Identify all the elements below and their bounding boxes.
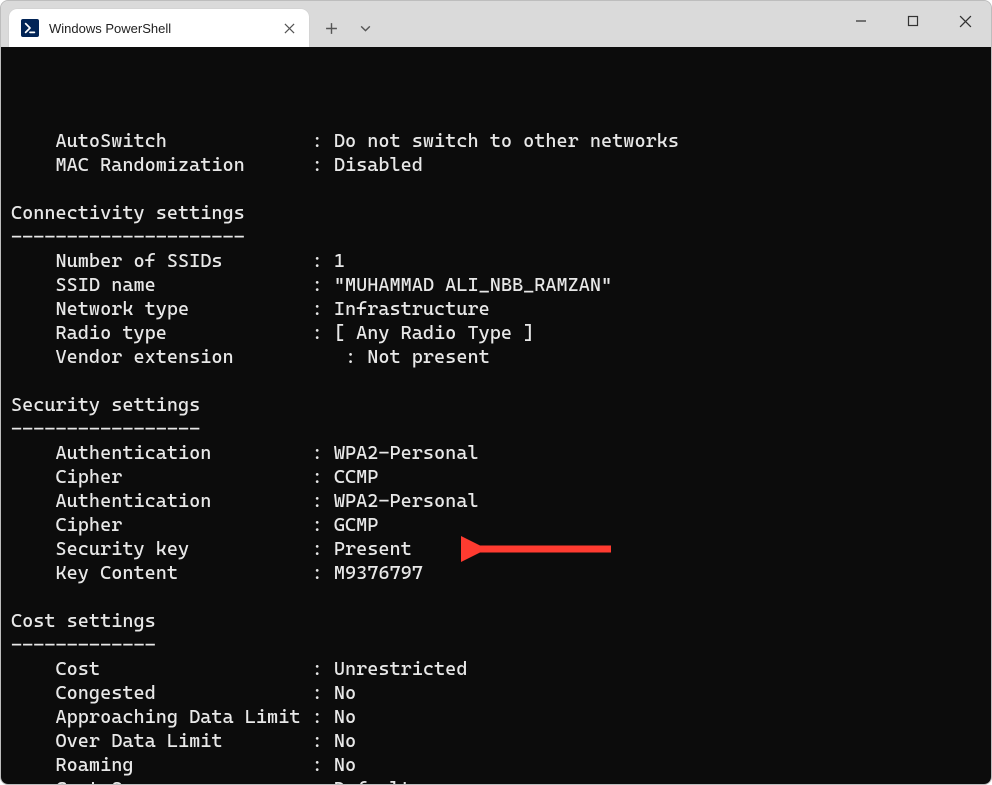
window-controls	[835, 1, 991, 41]
terminal-line: Number of SSIDs : 1	[11, 249, 981, 273]
minimize-button[interactable]	[835, 1, 887, 41]
terminal-line: Radio type : [ Any Radio Type ]	[11, 321, 981, 345]
plus-icon	[325, 22, 338, 35]
close-window-button[interactable]	[939, 1, 991, 41]
maximize-button[interactable]	[887, 1, 939, 41]
terminal-line: Authentication : WPA2-Personal	[11, 489, 981, 513]
tab-title: Windows PowerShell	[49, 21, 279, 36]
terminal-line: -----------------	[11, 417, 981, 441]
terminal-line: Key Content : M9376797	[11, 561, 981, 585]
chevron-down-icon	[359, 22, 372, 35]
terminal-line: Cost : Unrestricted	[11, 657, 981, 681]
app-window: Windows PowerShell Au	[0, 0, 992, 785]
close-icon	[959, 15, 972, 28]
title-bar: Windows PowerShell	[1, 1, 991, 47]
terminal-line: Authentication : WPA2-Personal	[11, 441, 981, 465]
close-icon	[284, 23, 295, 34]
maximize-icon	[907, 15, 919, 27]
terminal-line: Vendor extension : Not present	[11, 345, 981, 369]
new-tab-button[interactable]	[315, 12, 347, 44]
terminal-line: Security key : Present	[11, 537, 981, 561]
terminal-pane[interactable]: AutoSwitch : Do not switch to other netw…	[1, 47, 991, 784]
terminal-line: MAC Randomization : Disabled	[11, 153, 981, 177]
terminal-line: Roaming : No	[11, 753, 981, 777]
terminal-line	[11, 105, 981, 129]
terminal-line	[11, 585, 981, 609]
terminal-line: Congested : No	[11, 681, 981, 705]
terminal-line: Network type : Infrastructure	[11, 297, 981, 321]
tabstrip-controls	[315, 9, 381, 47]
terminal-line: Cipher : GCMP	[11, 513, 981, 537]
minimize-icon	[855, 15, 867, 27]
terminal-line: Security settings	[11, 393, 981, 417]
tab-powershell[interactable]: Windows PowerShell	[9, 9, 309, 47]
terminal-line	[11, 177, 981, 201]
terminal-line: ---------------------	[11, 225, 981, 249]
terminal-line: Cipher : CCMP	[11, 465, 981, 489]
terminal-line	[11, 369, 981, 393]
tab-dropdown-button[interactable]	[349, 12, 381, 44]
terminal-line: Cost settings	[11, 609, 981, 633]
terminal-line: Approaching Data Limit : No	[11, 705, 981, 729]
powershell-icon	[21, 19, 39, 37]
tab-close-button[interactable]	[279, 18, 299, 38]
terminal-output: AutoSwitch : Do not switch to other netw…	[11, 105, 981, 784]
terminal-line: Over Data Limit : No	[11, 729, 981, 753]
terminal-line: Cost Source : Default	[11, 777, 981, 784]
terminal-line: -------------	[11, 633, 981, 657]
terminal-line: SSID name : "MUHAMMAD ALI_NBB_RAMZAN"	[11, 273, 981, 297]
terminal-line: AutoSwitch : Do not switch to other netw…	[11, 129, 981, 153]
terminal-line: Connectivity settings	[11, 201, 981, 225]
